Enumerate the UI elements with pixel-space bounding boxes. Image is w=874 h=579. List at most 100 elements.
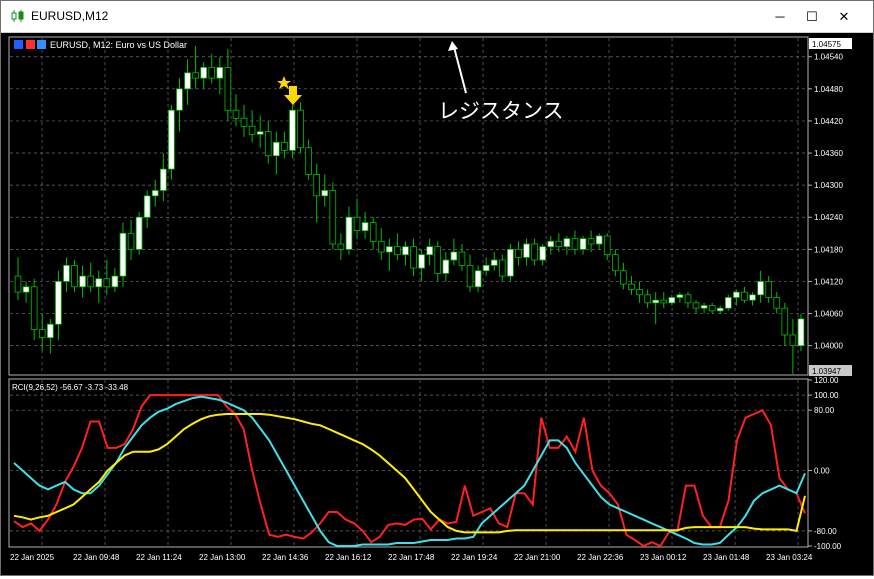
chart-header: EURUSD, M12: Euro vs US Dollar — [14, 40, 187, 50]
candle-body — [329, 190, 337, 245]
time-label: 22 Jan 09:48 — [73, 553, 120, 562]
object-list-icon — [26, 40, 35, 49]
candle-body — [515, 248, 522, 258]
candle-body — [571, 238, 579, 250]
price-tick-label: 1.04540 — [814, 53, 843, 62]
candle-body — [22, 286, 30, 293]
candle-body — [71, 264, 78, 288]
rci-line-rci-26 — [13, 395, 806, 547]
price-tick-label: 1.04000 — [814, 342, 843, 351]
candle-body — [377, 240, 385, 253]
symbol-header: EURUSD, M12: Euro vs US Dollar — [50, 40, 187, 50]
candle-body — [402, 246, 409, 256]
candle-body — [547, 240, 555, 248]
candle-body — [531, 243, 538, 261]
candle-body — [184, 72, 191, 90]
candle-body — [14, 275, 22, 293]
resistance-annotation[interactable]: レジスタンス — [438, 41, 564, 123]
grid-lines — [10, 38, 807, 546]
candle-body — [684, 294, 692, 304]
candle-body — [628, 283, 635, 290]
time-label: 22 Jan 21:00 — [514, 553, 561, 562]
price-axis: 1.04575 1.03947 1.04540 1.04480 1.04420 1.0… — [808, 38, 852, 376]
candle-body — [369, 222, 377, 242]
minimize-button[interactable]: ─ — [764, 1, 796, 32]
last-price-label: 1.03947 — [812, 367, 841, 376]
candle-body — [273, 141, 280, 157]
annotation-arrow-line — [453, 46, 467, 94]
time-label: 23 Jan 01:48 — [703, 553, 750, 562]
candle-body — [499, 259, 506, 277]
price-tick-label: 1.04480 — [814, 85, 843, 94]
candle-body — [30, 286, 38, 330]
current-price-label: 1.04575 — [812, 40, 841, 49]
candle-body — [757, 281, 764, 296]
candle-body — [232, 109, 240, 119]
candle-body — [361, 222, 369, 232]
close-button[interactable]: ✕ — [828, 1, 860, 32]
candle-body — [700, 305, 708, 309]
candle-body — [708, 305, 716, 312]
maximize-button[interactable]: ☐ — [796, 1, 828, 32]
candle-body — [321, 190, 329, 197]
candle-body — [313, 174, 320, 197]
indicator-axis: 120.00 100.00 80.00 0.00 -80.00 -100.00 — [808, 376, 842, 551]
candle-body — [555, 240, 563, 248]
chart-canvas[interactable]: EURUSD, M12: Euro vs US Dollar 1.04575 1… — [2, 33, 872, 574]
candle-body — [87, 275, 94, 288]
time-label: 22 Jan 14:36 — [262, 553, 309, 562]
candle-body — [523, 243, 530, 258]
annotation-label: レジスタンス — [438, 100, 564, 123]
rci-tick-label: 0.00 — [814, 467, 830, 476]
candle-body — [47, 323, 54, 339]
candle-body — [119, 232, 127, 277]
candle-body — [668, 297, 676, 304]
candle-body — [490, 259, 498, 266]
chart-window: EURUSD,M12 ─ ☐ ✕ EURUSD, M12: Euro vs US… — [0, 0, 874, 576]
candle-body — [466, 264, 474, 288]
candle-body — [434, 246, 442, 274]
candle-body — [660, 299, 668, 304]
rci-tick-label: -80.00 — [814, 527, 837, 536]
candle-body — [281, 141, 288, 151]
candle-body — [587, 238, 595, 245]
time-label: 22 Jan 19:24 — [451, 553, 498, 562]
time-axis: 22 Jan 2025 22 Jan 09:48 22 Jan 11:24 22 Ja… — [10, 553, 813, 562]
candle-body — [418, 254, 425, 269]
price-tick-label: 1.04420 — [814, 117, 843, 126]
candle-body — [450, 251, 458, 261]
sell-signal[interactable] — [277, 76, 302, 105]
candlestick-series — [14, 46, 805, 374]
candle-body — [208, 67, 216, 79]
window-title: EURUSD,M12 — [31, 9, 109, 23]
candle-body — [474, 270, 482, 288]
candle-body — [111, 275, 119, 288]
price-tick-label: 1.04120 — [814, 277, 843, 286]
candle-body — [345, 216, 353, 250]
candle-body — [507, 248, 514, 277]
chart-type-icon — [14, 40, 23, 49]
candle-body — [143, 195, 151, 218]
time-label: 22 Jan 16:12 — [325, 553, 372, 562]
candle-body — [612, 254, 619, 272]
candle-body — [353, 216, 361, 232]
candle-body — [103, 278, 111, 288]
candlestick-icon — [11, 10, 24, 22]
candle-body — [248, 125, 256, 135]
candle-body — [644, 294, 651, 304]
candle-body — [297, 109, 304, 149]
candle-body — [160, 168, 167, 191]
candle-body — [749, 294, 756, 301]
candle-body — [539, 246, 546, 261]
rci-tick-label: 100.00 — [814, 391, 839, 400]
candle-body — [337, 243, 345, 250]
candle-body — [563, 238, 571, 248]
time-label: 22 Jan 11:24 — [136, 553, 182, 562]
candle-body — [426, 246, 433, 256]
candle-body — [458, 251, 466, 266]
candle-body — [135, 216, 143, 250]
title-bar[interactable]: EURUSD,M12 ─ ☐ ✕ — [1, 1, 873, 33]
candle-body — [692, 302, 700, 309]
chart-area[interactable]: EURUSD, M12: Euro vs US Dollar 1.04575 1… — [2, 33, 872, 574]
candle-body — [620, 270, 627, 285]
